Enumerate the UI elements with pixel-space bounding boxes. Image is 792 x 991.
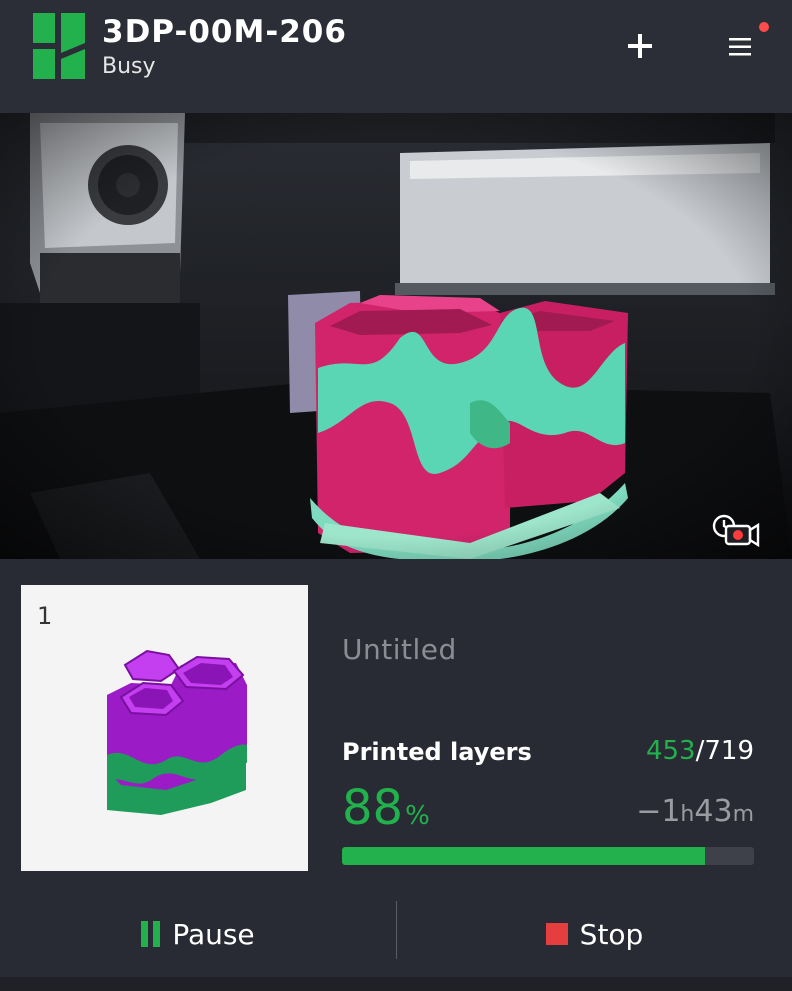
- progress-bar-fill: [342, 847, 705, 865]
- pause-button-label: Pause: [172, 917, 255, 951]
- layers-total: 719: [704, 736, 754, 766]
- printer-name: 3DP-00M-206: [102, 14, 347, 50]
- hamburger-menu-icon[interactable]: [724, 30, 758, 64]
- layers-current: 453: [645, 736, 696, 766]
- printer-status: Busy: [102, 54, 156, 79]
- bottom-bar: [0, 977, 792, 991]
- header: 3DP-00M-206 Busy: [0, 0, 792, 113]
- bambu-logo-icon: [33, 13, 85, 79]
- time-remaining-m-unit: m: [732, 802, 754, 827]
- time-remaining-hours: −1: [636, 794, 681, 829]
- progress-percent-unit: %: [405, 801, 430, 831]
- pause-button[interactable]: Pause: [0, 891, 396, 977]
- time-remaining: −1h43m: [636, 794, 754, 829]
- plus-icon[interactable]: [622, 28, 658, 64]
- time-remaining-minutes: 43: [694, 794, 733, 829]
- stop-button[interactable]: Stop: [397, 891, 792, 977]
- plate-thumbnail[interactable]: [21, 585, 308, 871]
- stop-button-label: Stop: [579, 917, 644, 951]
- stop-icon: [545, 923, 568, 945]
- printed-layers-value: 453/719: [646, 736, 754, 766]
- camera-feed[interactable]: [0, 113, 792, 559]
- camera-timelapse-icon[interactable]: [710, 512, 762, 548]
- camera-image: [0, 113, 792, 559]
- progress-percent: 88%: [342, 780, 430, 836]
- printed-layers-label: Printed layers: [342, 738, 532, 766]
- pause-icon: [141, 921, 161, 947]
- print-controls: Pause Stop: [0, 891, 792, 977]
- model-preview-image: [107, 649, 247, 815]
- time-remaining-h-unit: h: [680, 802, 695, 827]
- notification-dot: [759, 22, 769, 32]
- progress-percent-value: 88: [342, 780, 404, 836]
- plate-number: 1: [37, 602, 53, 630]
- progress-bar: [342, 847, 754, 865]
- job-name: Untitled: [342, 633, 457, 666]
